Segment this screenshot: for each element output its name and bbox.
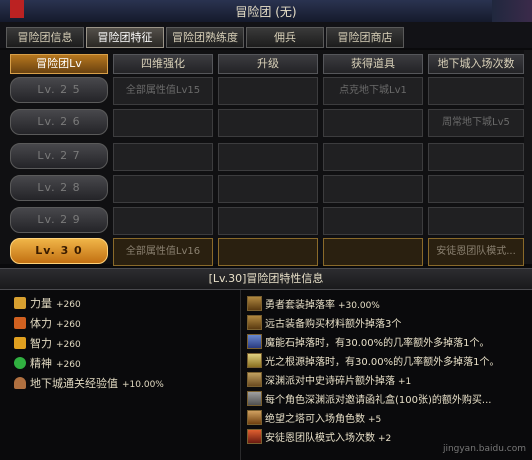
cell-dungeon-entries: 周常地下城Lv5 bbox=[428, 109, 524, 137]
hero-set-icon bbox=[247, 296, 262, 311]
level-button-25[interactable]: Lv. 2 5 bbox=[10, 77, 108, 103]
anton-raid-icon bbox=[247, 429, 262, 444]
perk-item: 安徒恩团队模式入场次数 +2 bbox=[247, 429, 531, 445]
cell-upgrade bbox=[218, 207, 318, 235]
tower-of-despair-icon bbox=[247, 410, 262, 425]
titlebar-decoration bbox=[492, 0, 532, 22]
cell-obtain-item bbox=[323, 175, 423, 203]
cell-upgrade bbox=[218, 175, 318, 203]
strength-icon bbox=[14, 297, 26, 309]
stat-dungeon-exp: 地下城通关经验值 +10.00% bbox=[14, 376, 164, 392]
cell-obtain-item bbox=[323, 207, 423, 235]
stat-intelligence: 智力 +260 bbox=[14, 336, 81, 352]
grid-scrollbar[interactable] bbox=[524, 50, 532, 264]
level-button-28[interactable]: Lv. 2 8 bbox=[10, 175, 108, 201]
header-obtain-item: 获得道具 bbox=[323, 54, 423, 74]
level-button-26[interactable]: Lv. 2 6 bbox=[10, 109, 108, 135]
tab-adventure-traits[interactable]: 冒险团特征 bbox=[86, 27, 164, 48]
ancient-equipment-icon bbox=[247, 315, 262, 330]
perk-item: 深渊派对中史诗碎片额外掉落 +1 bbox=[247, 372, 531, 388]
stat-panel: 力量 +260 体力 +260 智力 +260 精神 +260 地下城通关经验值 +10.… bbox=[0, 290, 238, 460]
cell-dungeon-entries bbox=[428, 175, 524, 203]
header-upgrade: 升级 bbox=[218, 54, 318, 74]
intelligence-icon bbox=[14, 337, 26, 349]
cell-stat-boost: 全部属性值Lv16 bbox=[113, 238, 213, 266]
tab-adventure-proficiency[interactable]: 冒险团熟练度 bbox=[166, 27, 244, 48]
perk-item: 勇者套装掉落率 +30.00% bbox=[247, 296, 531, 312]
cell-stat-boost bbox=[113, 175, 213, 203]
cell-dungeon-entries bbox=[428, 77, 524, 105]
perk-item: 魔能石掉落时，有30.00%的几率额外多掉落1个。 bbox=[247, 334, 531, 350]
cell-stat-boost bbox=[113, 109, 213, 137]
stat-stamina: 体力 +260 bbox=[14, 316, 81, 332]
level-button-27[interactable]: Lv. 2 7 bbox=[10, 143, 108, 169]
trait-info-title: [Lv.30]冒险团特性信息 bbox=[0, 268, 532, 290]
cell-dungeon-entries bbox=[428, 143, 524, 171]
stamina-icon bbox=[14, 317, 26, 329]
exp-icon bbox=[14, 377, 26, 389]
header-level: 冒险团Lv bbox=[10, 54, 108, 74]
spirit-icon bbox=[14, 357, 26, 369]
cell-obtain-item bbox=[323, 143, 423, 171]
header-stat-boost: 四维强化 bbox=[113, 54, 213, 74]
light-origin-icon bbox=[247, 353, 262, 368]
perk-item: 远古装备购买材料额外掉落3个 bbox=[247, 315, 531, 331]
cell-obtain-item: 点克地下城Lv1 bbox=[323, 77, 423, 105]
window-title: 冒险团 (无) bbox=[235, 5, 297, 19]
invitation-box-icon bbox=[247, 391, 262, 406]
cell-obtain-item bbox=[323, 238, 423, 266]
watermark: jingyan.baidu.com bbox=[442, 444, 526, 454]
cell-dungeon-entries: 安徒恩团队模式... bbox=[428, 238, 524, 266]
stat-strength: 力量 +260 bbox=[14, 296, 81, 312]
cell-stat-boost: 全部属性值Lv15 bbox=[113, 77, 213, 105]
cell-upgrade bbox=[218, 109, 318, 137]
tab-adventure-shop[interactable]: 冒险团商店 bbox=[326, 27, 404, 48]
level-button-29[interactable]: Lv. 2 9 bbox=[10, 207, 108, 233]
cell-upgrade bbox=[218, 143, 318, 171]
tab-mercenary[interactable]: 佣兵 bbox=[246, 27, 324, 48]
perk-panel: 勇者套装掉落率 +30.00% 远古装备购买材料额外掉落3个 魔能石掉落时，有30… bbox=[240, 290, 532, 460]
perk-item: 光之根源掉落时，有30.00%的几率额外多掉落1个。 bbox=[247, 353, 531, 369]
epic-fragment-icon bbox=[247, 372, 262, 387]
level-button-30[interactable]: Lv. 3 0 bbox=[10, 238, 108, 264]
cell-stat-boost bbox=[113, 143, 213, 171]
cell-stat-boost bbox=[113, 207, 213, 235]
cell-upgrade bbox=[218, 238, 318, 266]
trait-grid: 冒险团Lv 四维强化 升级 获得道具 地下城入场次数 Lv. 2 5 全部属性值… bbox=[0, 50, 532, 266]
header-dungeon-entries: 地下城入场次数 bbox=[428, 54, 524, 74]
perk-item: 每个角色深渊派对邀请函礼盒(100张)的额外购买... bbox=[247, 391, 531, 407]
tab-bar: 冒险团信息 冒险团特征 冒险团熟练度 佣兵 冒险团商店 bbox=[0, 22, 532, 48]
stat-spirit: 精神 +260 bbox=[14, 356, 81, 372]
title-bar: 冒险团 (无) bbox=[0, 0, 532, 23]
perk-item: 绝望之塔可入场角色数 +5 bbox=[247, 410, 531, 426]
tab-adventure-info[interactable]: 冒险团信息 bbox=[6, 27, 84, 48]
magic-stone-icon bbox=[247, 334, 262, 349]
cell-obtain-item bbox=[323, 109, 423, 137]
cell-dungeon-entries bbox=[428, 207, 524, 235]
cell-upgrade bbox=[218, 77, 318, 105]
